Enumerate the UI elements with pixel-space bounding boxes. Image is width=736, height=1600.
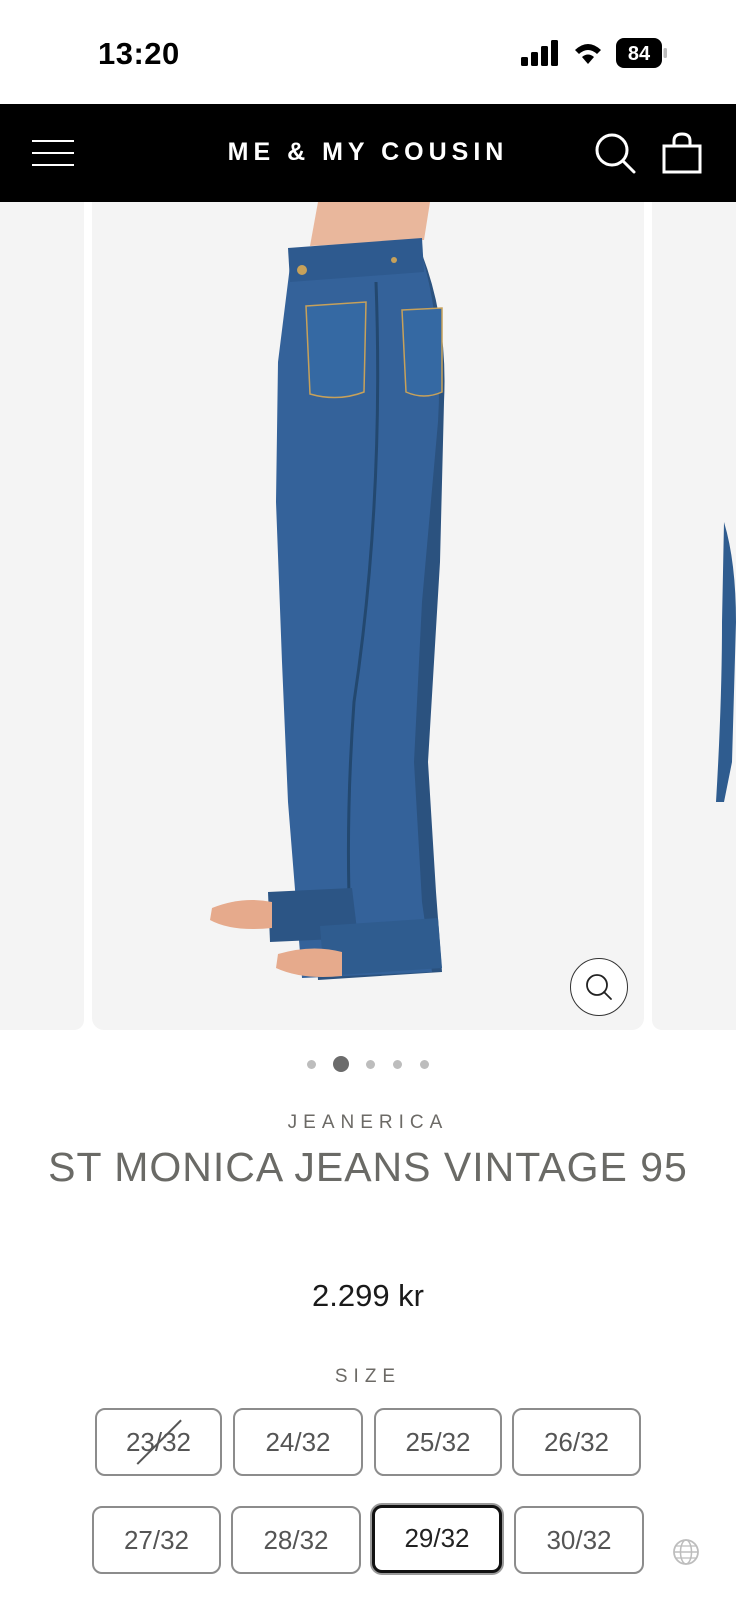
globe-icon[interactable] — [672, 1538, 700, 1566]
search-icon[interactable] — [594, 132, 636, 174]
product-image — [210, 202, 445, 980]
gallery-slide-previous[interactable] — [0, 202, 84, 1030]
gallery-slide-next[interactable] — [652, 202, 736, 1030]
site-header: ME & MY COUSIN — [0, 104, 736, 202]
gallery-dot[interactable] — [420, 1060, 429, 1069]
zoom-icon — [586, 974, 612, 1000]
size-option-27-32[interactable]: 27/32 — [92, 1506, 221, 1574]
shopping-bag-icon[interactable] — [662, 132, 702, 174]
gallery-dot-active[interactable] — [333, 1056, 349, 1072]
gallery-dot[interactable] — [393, 1060, 402, 1069]
gallery-dot[interactable] — [307, 1060, 316, 1069]
product-price: 2.299 kr — [311, 1278, 424, 1313]
gallery-slide-main[interactable] — [92, 202, 644, 1030]
battery-level: 84 — [628, 43, 651, 65]
size-option-29-32[interactable]: 29/32 — [372, 1505, 502, 1573]
gallery-dot[interactable] — [366, 1060, 375, 1069]
size-option-23-32[interactable]: 23/32 — [95, 1408, 222, 1476]
cellular-signal-icon — [521, 40, 558, 66]
size-option-30-32[interactable]: 30/32 — [514, 1506, 644, 1574]
status-time: 13:20 — [98, 36, 180, 71]
size-label: SIZE — [334, 1366, 402, 1387]
status-bar: 13:20 84 — [0, 0, 736, 104]
wifi-icon — [575, 44, 601, 64]
product-image-gallery[interactable] — [0, 202, 736, 1030]
size-option-28-32[interactable]: 28/32 — [231, 1506, 361, 1574]
battery-icon: 84 — [616, 38, 668, 68]
size-option-24-32[interactable]: 24/32 — [233, 1408, 363, 1476]
product-image-next — [716, 522, 736, 802]
size-option-25-32[interactable]: 25/32 — [374, 1408, 502, 1476]
product-title: ST MONICA JEANS VINTAGE 95 — [48, 1144, 688, 1190]
zoom-button[interactable] — [570, 958, 628, 1016]
size-option-26-32[interactable]: 26/32 — [512, 1408, 641, 1476]
product-vendor[interactable]: JEANERICA — [0, 1112, 736, 1134]
gallery-pagination — [0, 1056, 736, 1072]
